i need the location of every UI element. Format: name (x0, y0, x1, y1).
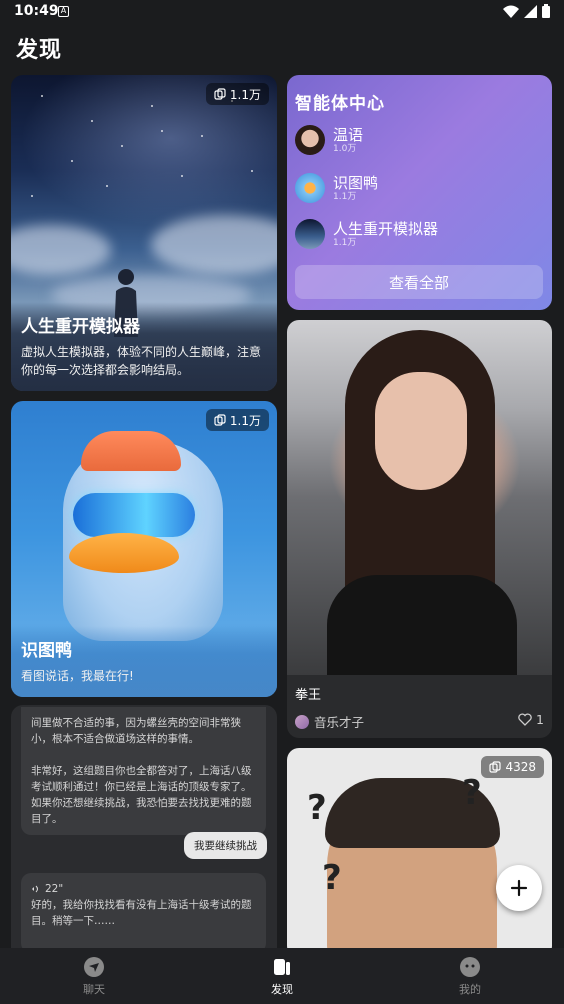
card-info: 人生重开模拟器 虚拟人生模拟器，体验不同的人生巅峰，注意你的每一次选择都会影响结… (11, 302, 277, 391)
author-name: 音乐才子 (314, 715, 365, 730)
voice-duration: 22" (45, 883, 64, 895)
card-info: 识图鸭 看图说话，我最在行! (11, 626, 277, 697)
battery-icon (542, 4, 550, 18)
nav-discover[interactable]: 发现 (188, 948, 376, 1004)
copy-icon (489, 761, 502, 773)
like-button[interactable]: 1 (518, 712, 544, 727)
ai-message: 22" 好的，我给你找找看有没有上海话十级考试的题目。稍等一下…… (21, 873, 266, 950)
ai-message: 间里做不合适的事，因为螺丝壳的空间非常狭小，根本不适合做道场这样的事情。 非常好… (21, 707, 266, 835)
nav-chat[interactable]: 聊天 (0, 948, 188, 1004)
hub-item-duck[interactable]: 识图鸭 1.1万 (295, 171, 378, 205)
status-time: 10:49 (14, 3, 59, 19)
plus-icon (510, 879, 528, 897)
hub-item-life-sim[interactable]: 人生重开模拟器 1.1万 (295, 217, 438, 251)
usage-badge: 4328 (481, 756, 544, 778)
profile-icon (460, 956, 480, 977)
card-title: 识图鸭 (21, 641, 72, 661)
card-title: 拳王 (295, 688, 322, 703)
chat-preview-card[interactable]: 间里做不合适的事，因为螺丝壳的空间非常狭小，根本不适合做道场这样的事情。 非常好… (11, 705, 277, 950)
card-description: 虚拟人生模拟器，体验不同的人生巅峰，注意你的每一次选择都会影响结局。 (21, 345, 262, 377)
status-icons (503, 4, 550, 18)
usage-count: 1.1万 (229, 413, 261, 428)
view-all-button[interactable]: 查看全部 (295, 265, 543, 299)
author[interactable]: 音乐才子 (295, 712, 364, 731)
agent-card-meme[interactable]: ? ? ? 4328 (287, 748, 552, 958)
user-message: 我要继续挑战 (184, 832, 267, 859)
avatar (295, 219, 325, 249)
copy-icon (214, 88, 226, 100)
usage-count: 1.1万 (229, 87, 261, 102)
signal-icon (524, 4, 537, 18)
agent-card-duck[interactable]: 1.1万 识图鸭 看图说话，我最在行! (11, 401, 277, 697)
avatar (295, 173, 325, 203)
discover-icon (274, 958, 290, 975)
usage-count: 4328 (505, 760, 536, 774)
card-description: 看图说话，我最在行! (21, 669, 134, 683)
usage-badge: 1.1万 (205, 83, 269, 105)
create-button[interactable] (496, 865, 542, 911)
bottom-nav: 聊天 发现 我的 (0, 948, 564, 1004)
wifi-icon (503, 5, 519, 18)
hub-title: 智能体中心 (295, 94, 385, 114)
heart-icon (518, 713, 532, 726)
hub-item-wenyu[interactable]: 温语 1.0万 (295, 123, 363, 157)
agent-card-life-sim[interactable]: 1.1万 人生重开模拟器 虚拟人生模拟器，体验不同的人生巅峰，注意你的每一次选择… (11, 75, 277, 391)
voice-icon (32, 885, 38, 893)
agent-card-boxer[interactable]: 拳王 音乐才子 1 (287, 320, 552, 738)
boxer-image (287, 320, 552, 675)
nav-me[interactable]: 我的 (376, 948, 564, 1004)
avatar (295, 125, 325, 155)
status-bar: 10:49 A (0, 0, 564, 24)
card-title: 人生重开模拟器 (21, 317, 140, 337)
avatar (295, 714, 309, 729)
agent-hub-card: 智能体中心 温语 1.0万 识图鸭 1.1万 人生重开模拟器 1.1万 查看全部 (287, 75, 552, 310)
usage-badge: 1.1万 (205, 409, 269, 431)
like-count: 1 (536, 712, 544, 727)
page-title: 发现 (16, 38, 63, 63)
notification-app-icon: A (58, 6, 69, 17)
chat-icon (84, 956, 104, 977)
copy-icon (214, 414, 226, 426)
